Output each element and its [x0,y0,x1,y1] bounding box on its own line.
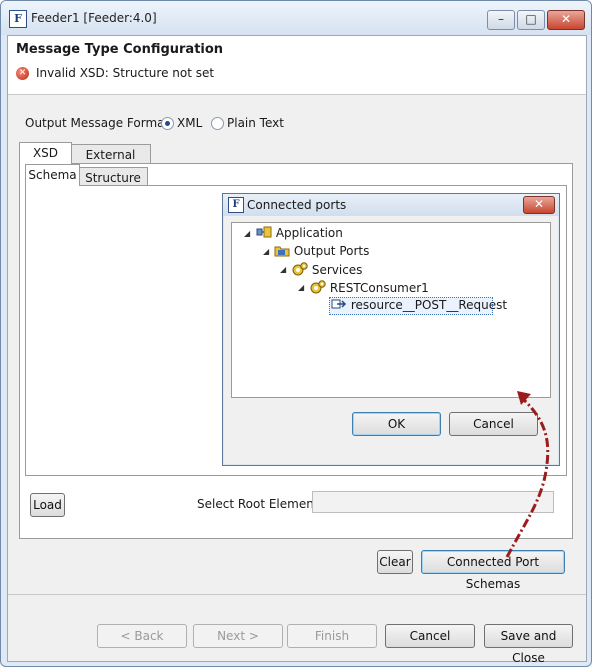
tab-schema[interactable]: Schema [25,164,80,186]
annotation-arrow [505,391,550,558]
window-frame: F Feeder1 [Feeder:4.0] – □ ✕ Message Typ… [0,0,592,667]
tab-xsd[interactable]: XSD [19,142,72,164]
